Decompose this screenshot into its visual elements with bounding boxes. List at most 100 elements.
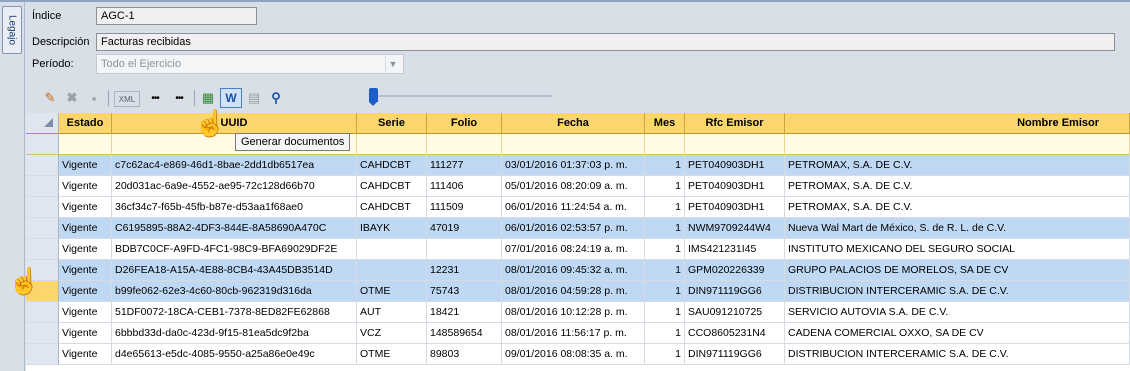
- zoom-slider-track[interactable]: [372, 95, 552, 97]
- cell-nombre[interactable]: PETROMAX, S.A. DE C.V.: [785, 197, 1130, 218]
- cell-rfc[interactable]: DIN971119GG6: [685, 344, 785, 365]
- cell-serie[interactable]: [357, 239, 427, 260]
- descripcion-field[interactable]: Facturas recibidas: [96, 33, 1115, 51]
- search-icon[interactable]: ⚲: [266, 88, 286, 108]
- cell-mes[interactable]: 1: [645, 218, 685, 239]
- chevron-down-icon[interactable]: ▼: [385, 56, 400, 72]
- cell-nombre[interactable]: DISTRIBUCION INTERCERAMIC S.A. DE C.V.: [785, 281, 1130, 302]
- cell-fecha[interactable]: 05/01/2016 08:20:09 a. m.: [502, 176, 645, 197]
- header-corner[interactable]: [26, 113, 59, 134]
- cell-estado[interactable]: Vigente: [59, 260, 112, 281]
- cell-estado[interactable]: Vigente: [59, 197, 112, 218]
- row-indicator[interactable]: [26, 344, 59, 365]
- table-row[interactable]: Vigente 20d031ac-6a9e-4552-ae95-72c128d66…: [26, 176, 1130, 197]
- filter-cell-mes[interactable]: [645, 134, 685, 155]
- cell-uuid[interactable]: BDB7C0CF-A9FD-4FC1-98C9-BFA69029DF2E: [112, 239, 357, 260]
- cell-uuid[interactable]: 20d031ac-6a9e-4552-ae95-72c128d66b70: [112, 176, 357, 197]
- row-indicator[interactable]: [26, 155, 59, 176]
- cell-rfc[interactable]: PET040903DH1: [685, 197, 785, 218]
- cell-fecha[interactable]: 08/01/2016 09:45:32 a. m.: [502, 260, 645, 281]
- cell-estado[interactable]: Vigente: [59, 155, 112, 176]
- column-header-mes[interactable]: Mes: [645, 113, 685, 134]
- pencil-icon[interactable]: ✎: [40, 88, 60, 108]
- cell-nombre[interactable]: DISTRIBUCION INTERCERAMIC S.A. DE C.V.: [785, 344, 1130, 365]
- cell-folio[interactable]: 12231: [427, 260, 502, 281]
- column-header-fecha[interactable]: Fecha: [502, 113, 645, 134]
- indice-field[interactable]: AGC-1: [96, 7, 257, 25]
- cell-serie[interactable]: CAHDCBT: [357, 155, 427, 176]
- column-header-uuid[interactable]: UUID: [112, 113, 357, 134]
- clipboard-icon[interactable]: ▤: [244, 88, 264, 108]
- cell-rfc[interactable]: PET040903DH1: [685, 155, 785, 176]
- dots-icon[interactable]: •••: [144, 88, 166, 108]
- cell-rfc[interactable]: PET040903DH1: [685, 176, 785, 197]
- row-indicator[interactable]: [26, 218, 59, 239]
- cell-folio[interactable]: 148589654: [427, 323, 502, 344]
- table-row[interactable]: Vigente C6195895-88A2-4DF3-844E-8A58690A4…: [26, 218, 1130, 239]
- cell-mes[interactable]: 1: [645, 281, 685, 302]
- row-indicator[interactable]: [26, 239, 59, 260]
- cell-mes[interactable]: 1: [645, 176, 685, 197]
- cell-mes[interactable]: 1: [645, 344, 685, 365]
- cell-estado[interactable]: Vigente: [59, 302, 112, 323]
- filter-cell-folio[interactable]: [427, 134, 502, 155]
- row-indicator[interactable]: [26, 323, 59, 344]
- cell-uuid[interactable]: b99fe062-62e3-4c60-80cb-962319d316da: [112, 281, 357, 302]
- column-header-serie[interactable]: Serie: [357, 113, 427, 134]
- cell-uuid[interactable]: 51DF0072-18CA-CEB1-7378-8ED82FE62868: [112, 302, 357, 323]
- cell-serie[interactable]: CAHDCBT: [357, 197, 427, 218]
- filter-cell-nombre[interactable]: [785, 134, 1130, 155]
- cell-nombre[interactable]: PETROMAX, S.A. DE C.V.: [785, 155, 1130, 176]
- cell-folio[interactable]: 111406: [427, 176, 502, 197]
- table-row[interactable]: Vigente BDB7C0CF-A9FD-4FC1-98C9-BFA69029D…: [26, 239, 1130, 260]
- cell-estado[interactable]: Vigente: [59, 218, 112, 239]
- grid-icon[interactable]: ▦: [198, 88, 218, 108]
- filter-cell-fecha[interactable]: [502, 134, 645, 155]
- cell-nombre[interactable]: CADENA COMERCIAL OXXO, SA DE CV: [785, 323, 1130, 344]
- cell-mes[interactable]: 1: [645, 239, 685, 260]
- column-header-rfc[interactable]: Rfc Emisor: [685, 113, 785, 134]
- cell-nombre[interactable]: INSTITUTO MEXICANO DEL SEGURO SOCIAL: [785, 239, 1130, 260]
- delete-icon[interactable]: ✖: [62, 88, 82, 108]
- side-tab-legajo[interactable]: Legajo: [2, 6, 22, 54]
- cell-serie[interactable]: CAHDCBT: [357, 176, 427, 197]
- cell-uuid[interactable]: d4e65613-e5dc-4085-9550-a25a86e0e49c: [112, 344, 357, 365]
- cell-rfc[interactable]: GPM020226339: [685, 260, 785, 281]
- cell-estado[interactable]: Vigente: [59, 176, 112, 197]
- cell-folio[interactable]: 47019: [427, 218, 502, 239]
- save-icon[interactable]: ▪: [84, 88, 104, 108]
- cell-fecha[interactable]: 08/01/2016 04:59:28 p. m.: [502, 281, 645, 302]
- row-indicator[interactable]: [26, 302, 59, 323]
- table-row[interactable]: Vigente 6bbbd33d-da0c-423d-9f15-81ea5dc9f…: [26, 323, 1130, 344]
- cell-folio[interactable]: 89803: [427, 344, 502, 365]
- cell-rfc[interactable]: NWM9709244W4: [685, 218, 785, 239]
- cell-fecha[interactable]: 06/01/2016 02:53:57 p. m.: [502, 218, 645, 239]
- cell-mes[interactable]: 1: [645, 323, 685, 344]
- cell-folio[interactable]: 111509: [427, 197, 502, 218]
- cell-serie[interactable]: OTME: [357, 344, 427, 365]
- cell-folio[interactable]: 111277: [427, 155, 502, 176]
- xml-icon[interactable]: XML: [114, 91, 140, 107]
- cell-fecha[interactable]: 08/01/2016 11:56:17 p. m.: [502, 323, 645, 344]
- cell-folio[interactable]: 18421: [427, 302, 502, 323]
- cell-fecha[interactable]: 06/01/2016 11:24:54 a. m.: [502, 197, 645, 218]
- zoom-slider-thumb[interactable]: [369, 88, 378, 106]
- cell-serie[interactable]: OTME: [357, 281, 427, 302]
- cell-rfc[interactable]: SAU091210725: [685, 302, 785, 323]
- cell-fecha[interactable]: 07/01/2016 08:24:19 a. m.: [502, 239, 645, 260]
- cell-estado[interactable]: Vigente: [59, 239, 112, 260]
- dots2-icon[interactable]: •••: [168, 88, 190, 108]
- cell-nombre[interactable]: PETROMAX, S.A. DE C.V.: [785, 176, 1130, 197]
- table-row[interactable]: Vigente 36cf34c7-f65b-45fb-b87e-d53aa1f68…: [26, 197, 1130, 218]
- cell-serie[interactable]: IBAYK: [357, 218, 427, 239]
- cell-uuid[interactable]: C6195895-88A2-4DF3-844E-8A58690A470C: [112, 218, 357, 239]
- column-header-estado[interactable]: Estado: [59, 113, 112, 134]
- column-header-folio[interactable]: Folio: [427, 113, 502, 134]
- column-header-nombre[interactable]: Nombre Emisor: [785, 113, 1130, 134]
- row-indicator[interactable]: [26, 176, 59, 197]
- cell-nombre[interactable]: GRUPO PALACIOS DE MORELOS, SA DE CV: [785, 260, 1130, 281]
- cell-fecha[interactable]: 03/01/2016 01:37:03 p. m.: [502, 155, 645, 176]
- cell-mes[interactable]: 1: [645, 197, 685, 218]
- cell-nombre[interactable]: SERVICIO AUTOVIA S.A. DE C.V.: [785, 302, 1130, 323]
- cell-mes[interactable]: 1: [645, 260, 685, 281]
